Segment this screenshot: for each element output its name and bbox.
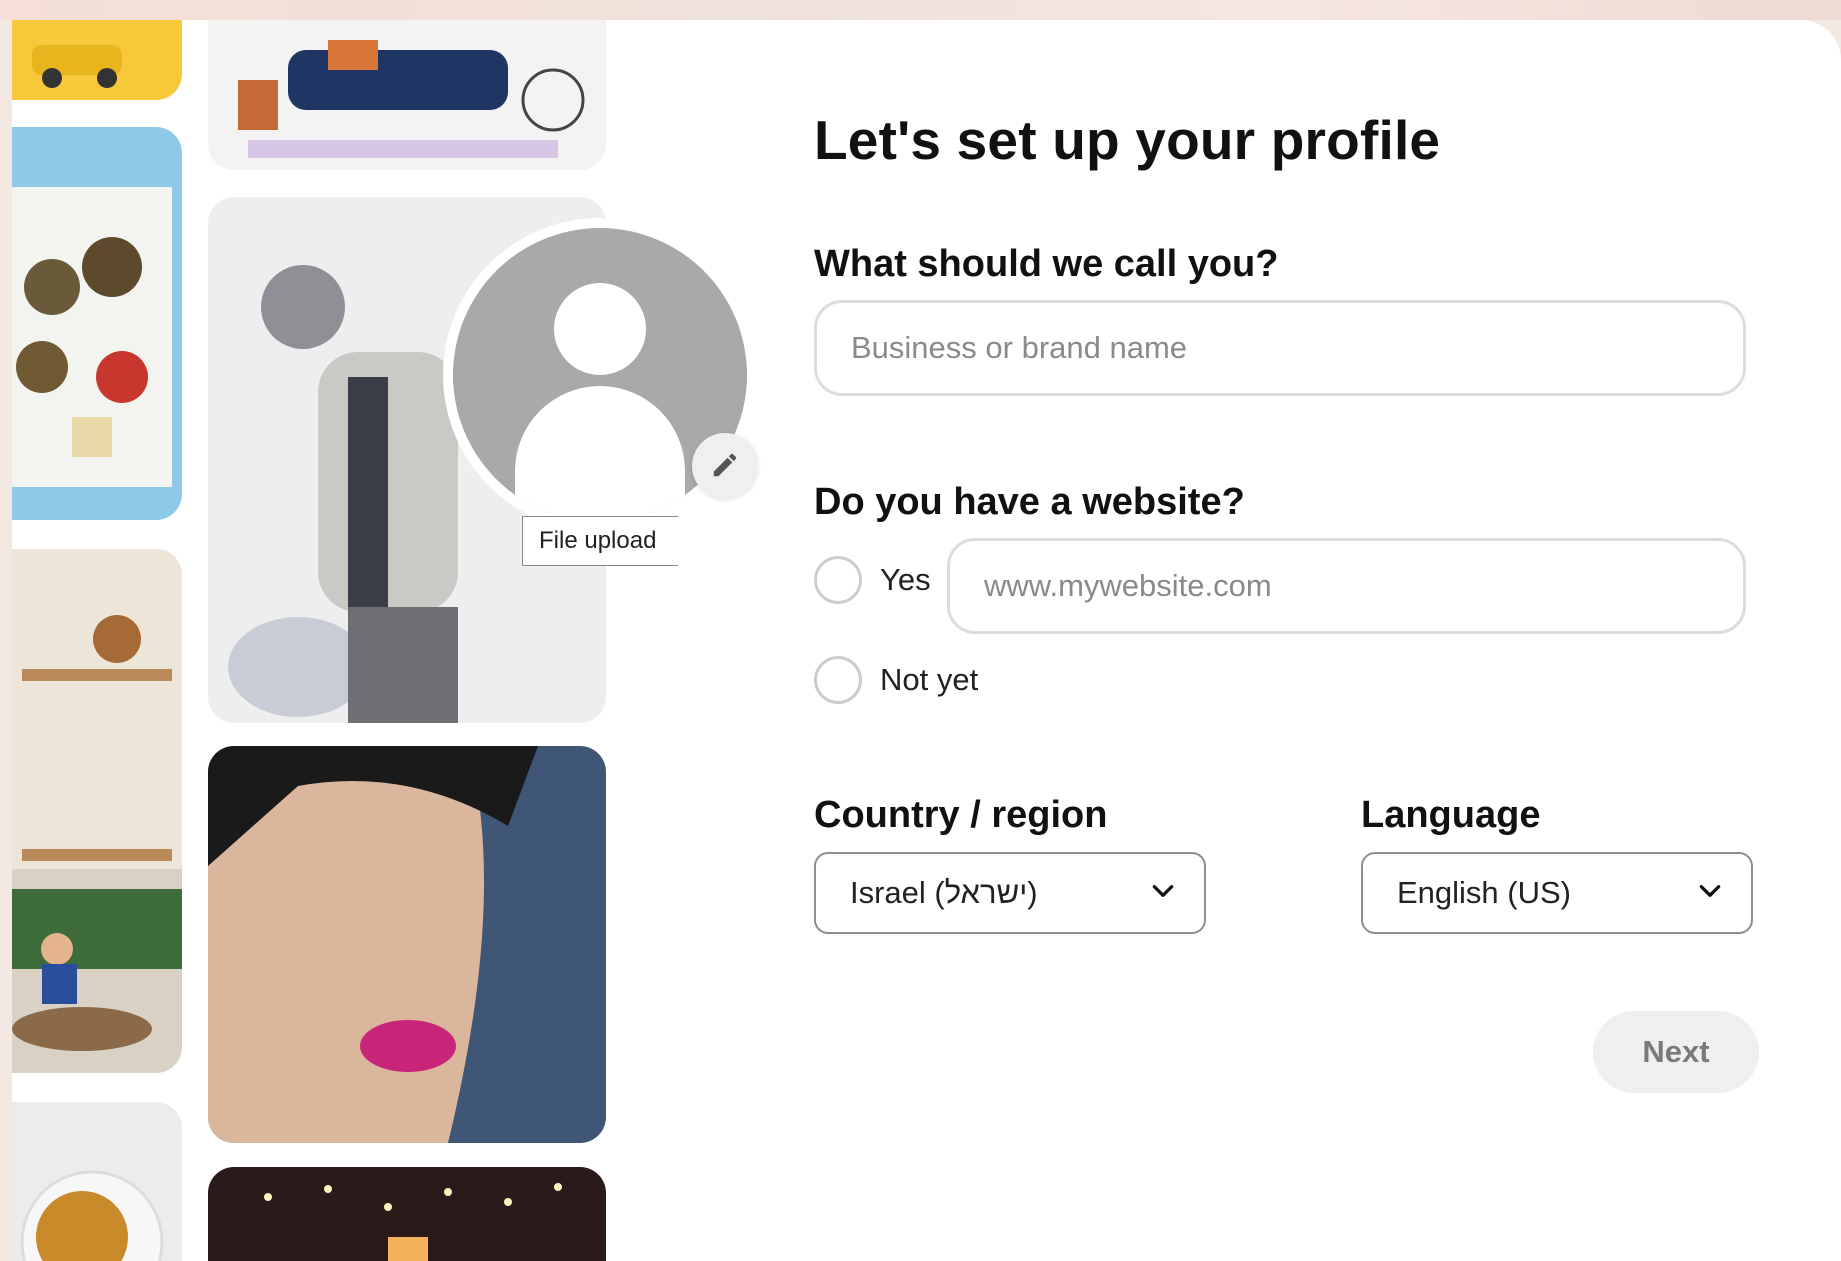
website-url-input[interactable] (947, 538, 1746, 634)
avatar-body-shape (515, 386, 685, 522)
image-tile-night-lights (208, 1167, 606, 1261)
chevron-down-icon (1150, 878, 1176, 909)
language-label: Language (1361, 794, 1541, 836)
next-button[interactable]: Next (1593, 1011, 1759, 1093)
page-title: Let's set up your profile (814, 109, 1441, 171)
website-not-yet-label: Not yet (880, 662, 979, 697)
image-tile-food-tray (12, 127, 182, 520)
file-upload-tooltip: File upload (522, 516, 678, 566)
country-select[interactable]: Israel (ישראל) (814, 852, 1206, 934)
image-tile-snack-bowl (12, 1102, 182, 1261)
image-tile-portrait (208, 746, 606, 1143)
country-label: Country / region (814, 794, 1108, 836)
business-name-input[interactable] (814, 300, 1746, 396)
website-yes-radio[interactable] (814, 556, 862, 604)
image-tile-living-room (208, 20, 606, 170)
website-not-yet-radio[interactable] (814, 656, 862, 704)
website-yes-label: Yes (880, 562, 931, 597)
image-tile-kids-room (12, 549, 182, 1073)
language-select[interactable]: English (US) (1361, 852, 1753, 934)
avatar-head-shape (554, 283, 646, 375)
website-not-yet-option[interactable]: Not yet (814, 656, 978, 704)
page-backdrop (0, 0, 1841, 20)
pencil-icon (710, 450, 740, 483)
website-yes-option[interactable]: Yes (814, 556, 931, 604)
website-question-label: Do you have a website? (814, 481, 1245, 523)
language-selected-value: English (US) (1397, 875, 1571, 910)
name-question-label: What should we call you? (814, 243, 1279, 285)
country-selected-value: Israel (ישראל) (850, 875, 1038, 910)
edit-avatar-button[interactable] (692, 433, 758, 499)
chevron-down-icon (1697, 878, 1723, 909)
profile-setup-modal: File upload Let's set up your profile Wh… (12, 20, 1841, 1261)
image-tile-toy-car (12, 20, 182, 100)
